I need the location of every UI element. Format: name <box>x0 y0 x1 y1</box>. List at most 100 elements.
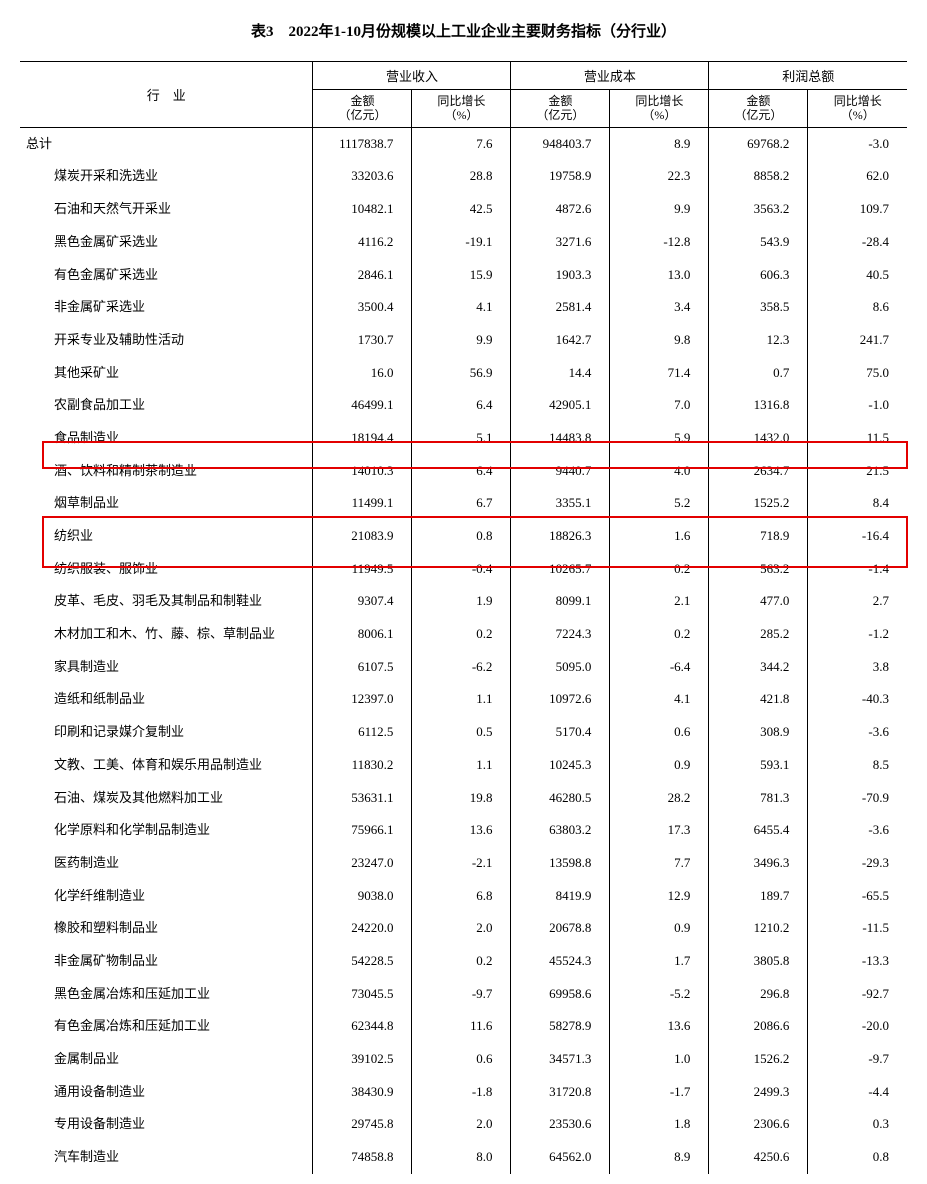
cell-costg: 0.2 <box>610 553 709 586</box>
cell-prof: 2499.3 <box>709 1076 808 1109</box>
cell-revg: 19.8 <box>412 782 511 815</box>
cell-rev: 75966.1 <box>313 814 412 847</box>
cell-revg: 0.2 <box>412 945 511 978</box>
cell-profg: 241.7 <box>808 324 907 357</box>
table-header: 行 业 营业收入 营业成本 利润总额 金额（亿元） 同比增长（%） 金额（亿元）… <box>20 62 907 128</box>
cell-rev: 29745.8 <box>313 1108 412 1141</box>
cell-rev: 38430.9 <box>313 1076 412 1109</box>
cell-rev: 6107.5 <box>313 651 412 684</box>
cell-industry: 开采专业及辅助性活动 <box>20 324 313 357</box>
col-group-profit: 利润总额 <box>709 62 907 90</box>
cell-prof: 308.9 <box>709 716 808 749</box>
cell-revg: 13.6 <box>412 814 511 847</box>
cell-revg: 15.9 <box>412 259 511 292</box>
cell-revg: 9.9 <box>412 324 511 357</box>
cell-revg: 28.8 <box>412 160 511 193</box>
cell-cost: 14483.8 <box>511 422 610 455</box>
cell-cost: 31720.8 <box>511 1076 610 1109</box>
cell-industry: 家具制造业 <box>20 651 313 684</box>
cell-profg: -4.4 <box>808 1076 907 1109</box>
cell-revg: -2.1 <box>412 847 511 880</box>
cell-rev: 2846.1 <box>313 259 412 292</box>
cell-prof: 1316.8 <box>709 389 808 422</box>
cell-rev: 18194.4 <box>313 422 412 455</box>
table-row: 农副食品加工业46499.16.442905.17.01316.8-1.0 <box>20 389 907 422</box>
cell-costg: 0.9 <box>610 749 709 782</box>
cell-industry: 农副食品加工业 <box>20 389 313 422</box>
cell-costg: 1.0 <box>610 1043 709 1076</box>
cell-industry: 食品制造业 <box>20 422 313 455</box>
cell-revg: 1.1 <box>412 683 511 716</box>
cell-rev: 10482.1 <box>313 193 412 226</box>
cell-revg: 6.8 <box>412 880 511 913</box>
cell-cost: 1903.3 <box>511 259 610 292</box>
col-cost-amount: 金额（亿元） <box>511 90 610 128</box>
cell-costg: 13.6 <box>610 1010 709 1043</box>
table-row: 非金属矿采选业3500.44.12581.43.4358.58.6 <box>20 291 907 324</box>
cell-profg: 3.8 <box>808 651 907 684</box>
table-row: 有色金属矿采选业2846.115.91903.313.0606.340.5 <box>20 259 907 292</box>
cell-industry: 总计 <box>20 127 313 160</box>
cell-industry: 纺织业 <box>20 520 313 553</box>
cell-costg: 1.7 <box>610 945 709 978</box>
table-row: 造纸和纸制品业12397.01.110972.64.1421.8-40.3 <box>20 683 907 716</box>
table-body: 总计1117838.77.6948403.78.969768.2-3.0煤炭开采… <box>20 127 907 1174</box>
table-row: 印刷和记录媒介复制业6112.50.55170.40.6308.9-3.6 <box>20 716 907 749</box>
cell-industry: 橡胶和塑料制品业 <box>20 912 313 945</box>
cell-prof: 296.8 <box>709 978 808 1011</box>
cell-prof: 563.2 <box>709 553 808 586</box>
table-row: 皮革、毛皮、羽毛及其制品和制鞋业9307.41.98099.12.1477.02… <box>20 585 907 618</box>
cell-revg: 4.1 <box>412 291 511 324</box>
cell-costg: -1.7 <box>610 1076 709 1109</box>
cell-costg: -5.2 <box>610 978 709 1011</box>
cell-rev: 9307.4 <box>313 585 412 618</box>
cell-cost: 63803.2 <box>511 814 610 847</box>
cell-industry: 酒、饮料和精制茶制造业 <box>20 455 313 488</box>
cell-rev: 1117838.7 <box>313 127 412 160</box>
cell-industry: 有色金属冶炼和压延加工业 <box>20 1010 313 1043</box>
cell-industry: 煤炭开采和洗选业 <box>20 160 313 193</box>
cell-prof: 781.3 <box>709 782 808 815</box>
cell-industry: 医药制造业 <box>20 847 313 880</box>
cell-rev: 54228.5 <box>313 945 412 978</box>
cell-rev: 24220.0 <box>313 912 412 945</box>
cell-profg: 21.5 <box>808 455 907 488</box>
table-row: 金属制品业39102.50.634571.31.01526.2-9.7 <box>20 1043 907 1076</box>
cell-revg: 0.6 <box>412 1043 511 1076</box>
cell-profg: 109.7 <box>808 193 907 226</box>
cell-prof: 1525.2 <box>709 487 808 520</box>
cell-cost: 69958.6 <box>511 978 610 1011</box>
cell-industry: 造纸和纸制品业 <box>20 683 313 716</box>
table-row: 医药制造业23247.0-2.113598.87.73496.3-29.3 <box>20 847 907 880</box>
cell-prof: 1210.2 <box>709 912 808 945</box>
cell-prof: 3496.3 <box>709 847 808 880</box>
cell-rev: 11949.5 <box>313 553 412 586</box>
cell-industry: 黑色金属矿采选业 <box>20 226 313 259</box>
cell-rev: 23247.0 <box>313 847 412 880</box>
cell-industry: 金属制品业 <box>20 1043 313 1076</box>
cell-prof: 421.8 <box>709 683 808 716</box>
cell-rev: 39102.5 <box>313 1043 412 1076</box>
cell-revg: 8.0 <box>412 1141 511 1174</box>
cell-revg: 2.0 <box>412 912 511 945</box>
cell-revg: -1.8 <box>412 1076 511 1109</box>
table-row: 纺织业21083.90.818826.31.6718.9-16.4 <box>20 520 907 553</box>
cell-prof: 477.0 <box>709 585 808 618</box>
cell-rev: 8006.1 <box>313 618 412 651</box>
cell-revg: 42.5 <box>412 193 511 226</box>
cell-profg: -28.4 <box>808 226 907 259</box>
table-container: 行 业 营业收入 营业成本 利润总额 金额（亿元） 同比增长（%） 金额（亿元）… <box>20 61 907 1174</box>
cell-costg: 8.9 <box>610 1141 709 1174</box>
cell-revg: -9.7 <box>412 978 511 1011</box>
cell-costg: 9.9 <box>610 193 709 226</box>
cell-rev: 11830.2 <box>313 749 412 782</box>
cell-prof: 0.7 <box>709 357 808 390</box>
cell-cost: 13598.8 <box>511 847 610 880</box>
col-industry: 行 业 <box>20 62 313 128</box>
col-rev-amount: 金额（亿元） <box>313 90 412 128</box>
col-prof-growth: 同比增长（%） <box>808 90 907 128</box>
cell-costg: 5.2 <box>610 487 709 520</box>
cell-profg: -13.3 <box>808 945 907 978</box>
cell-industry: 汽车制造业 <box>20 1141 313 1174</box>
cell-cost: 5170.4 <box>511 716 610 749</box>
